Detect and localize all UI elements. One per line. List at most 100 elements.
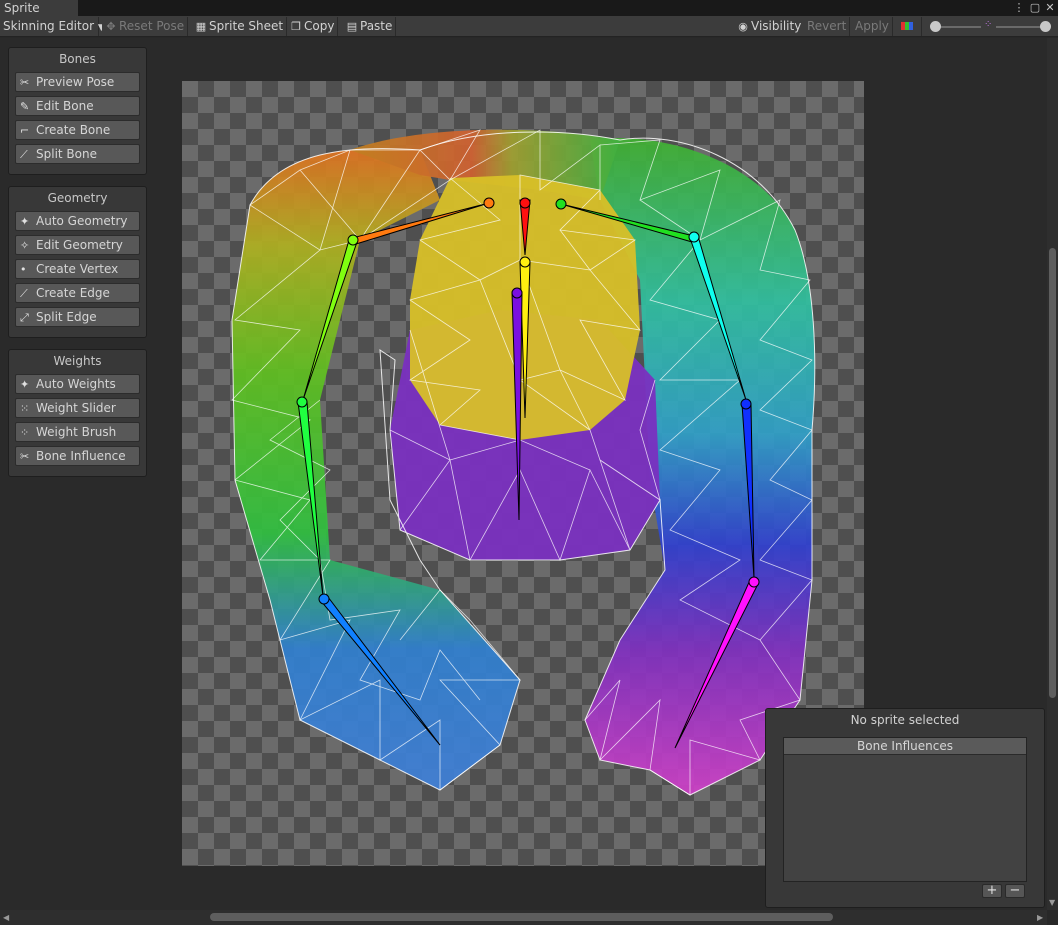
paste-button[interactable]: ▤ Paste — [343, 17, 397, 36]
weights-panel-title: Weights — [53, 354, 102, 368]
reset-pose-button[interactable]: ✥ Reset Pose — [102, 17, 189, 36]
edit-geometry-label: Edit Geometry — [36, 238, 123, 252]
auto-geometry-button[interactable]: ✦ Auto Geometry — [15, 211, 140, 231]
kebab-icon[interactable]: ⋮ — [1012, 0, 1026, 16]
weight-slider-icon: ⁙ — [20, 402, 30, 415]
bone-influences-header: Bone Influences — [784, 738, 1026, 755]
copy-icon: ❐ — [291, 20, 301, 33]
color-toggle-button[interactable] — [894, 17, 922, 36]
bone-orange-joint[interactable] — [483, 197, 495, 209]
horizontal-scroll-thumb[interactable] — [210, 913, 833, 921]
bone-lime-joint[interactable] — [347, 234, 359, 246]
sprite-alpha-icon: ⁘ — [984, 19, 993, 30]
maximize-icon[interactable]: ▢ — [1028, 0, 1042, 16]
weight-slider-label: Weight Slider — [36, 401, 116, 415]
bone-cyan-joint[interactable] — [688, 231, 700, 243]
create-edge-icon: ⟋ — [20, 287, 28, 300]
scroll-left-arrow-icon[interactable]: ◀ — [3, 913, 9, 922]
title-bar: Sprite Editor ⋮ ▢ ✕ — [0, 0, 1058, 31]
revert-button[interactable]: Revert — [804, 17, 851, 36]
vertical-scroll-thumb[interactable] — [1049, 248, 1056, 698]
split-bone-label: Split Bone — [36, 147, 97, 161]
selection-status: No sprite selected — [850, 713, 960, 727]
edit-bone-button[interactable]: ✎ Edit Bone — [15, 96, 140, 116]
mode-dropdown-label: Skinning Editor — [3, 19, 94, 33]
paste-label: Paste — [360, 19, 393, 33]
remove-influence-button[interactable]: − — [1005, 884, 1025, 898]
bone-influence-icon: ✂ — [20, 450, 30, 463]
bone-azure-joint[interactable] — [318, 593, 330, 605]
create-edge-button[interactable]: ⟋ Create Edge — [15, 283, 140, 303]
auto-geometry-icon: ✦ — [20, 215, 30, 228]
apply-label: Apply — [855, 19, 889, 33]
scroll-down-arrow-icon[interactable]: ▼ — [1049, 898, 1055, 907]
copy-button[interactable]: ❐ Copy — [287, 17, 339, 36]
bone-yellow-joint[interactable] — [519, 256, 531, 268]
bone-reset-icon: ✥ — [106, 20, 116, 33]
weight-slider-button[interactable]: ⁙ Weight Slider — [15, 398, 140, 418]
geometry-panel-title: Geometry — [47, 191, 108, 205]
bone-influence-button[interactable]: ✂ Bone Influence — [15, 446, 140, 466]
sprite-sheet-label: Sprite Sheet — [209, 19, 284, 33]
auto-geometry-label: Auto Geometry — [36, 214, 128, 228]
bone-influences-list[interactable]: Bone Influences — [783, 737, 1027, 882]
scroll-right-arrow-icon[interactable]: ▶ — [1037, 913, 1043, 922]
mode-dropdown[interactable]: Skinning Editor ▼ — [0, 17, 105, 36]
sprite-sheet-icon: ▦ — [195, 20, 207, 33]
create-vertex-button[interactable]: • Create Vertex — [15, 259, 140, 279]
eye-icon: ◉ — [738, 20, 748, 33]
color-channel-icon — [901, 22, 913, 30]
toolbar: Skinning Editor ▼ ✥Reset Pose ▦Sprite Sh… — [0, 16, 1058, 37]
copy-label: Copy — [304, 19, 335, 33]
minus-icon: − — [1009, 883, 1021, 898]
weight-brush-icon: ⁘ — [20, 426, 30, 439]
bones-panel: Bones ✂ Preview Pose ✎ Edit Bone ⌐ Create B… — [8, 47, 147, 175]
horizontal-scrollbar[interactable]: ◀ ▶ — [0, 910, 1047, 925]
auto-weights-icon: ✦ — [20, 378, 30, 391]
bones-panel-title: Bones — [59, 52, 96, 66]
split-bone-icon: ⟋ — [20, 148, 28, 161]
alpha-slider-track[interactable] — [996, 26, 1046, 28]
bone-green-joint[interactable] — [296, 396, 308, 408]
close-icon[interactable]: ✕ — [1043, 0, 1057, 16]
add-influence-button[interactable]: + — [982, 884, 1002, 898]
bone-influences-window: No sprite selected Bone Influences + − — [765, 708, 1045, 908]
vertical-scrollbar[interactable]: ▼ — [1047, 38, 1058, 910]
create-vertex-icon: • — [20, 263, 27, 276]
paste-icon: ▤ — [346, 20, 358, 33]
geometry-panel: Geometry ✦ Auto Geometry ✧ Edit Geometry •… — [8, 186, 147, 338]
bone-influence-label: Bone Influence — [36, 449, 126, 463]
split-edge-label: Split Edge — [36, 310, 97, 324]
alpha-slider-knob[interactable] — [1040, 21, 1051, 32]
create-bone-button[interactable]: ⌐ Create Bone — [15, 120, 140, 140]
auto-weights-label: Auto Weights — [36, 377, 116, 391]
bone-violet-joint[interactable] — [511, 287, 523, 299]
preview-pose-button[interactable]: ✂ Preview Pose — [15, 72, 140, 92]
edit-bone-icon: ✎ — [20, 100, 30, 113]
apply-button[interactable]: Apply — [852, 17, 893, 36]
split-edge-icon: ⤢ — [20, 311, 29, 324]
plus-icon: + — [986, 883, 998, 898]
preview-pose-icon: ✂ — [20, 76, 30, 89]
visibility-button[interactable]: ◉ Visibility — [734, 17, 806, 36]
weights-panel: Weights ✦ Auto Weights ⁙ Weight Slider ⁘ We… — [8, 349, 147, 477]
weight-brush-button[interactable]: ⁘ Weight Brush — [15, 422, 140, 442]
create-edge-label: Create Edge — [36, 286, 110, 300]
edit-geometry-button[interactable]: ✧ Edit Geometry — [15, 235, 140, 255]
weight-brush-label: Weight Brush — [36, 425, 117, 439]
create-bone-icon: ⌐ — [20, 124, 30, 137]
zoom-slider-knob[interactable] — [930, 21, 941, 32]
split-bone-button[interactable]: ⟋ Split Bone — [15, 144, 140, 164]
auto-weights-button[interactable]: ✦ Auto Weights — [15, 374, 140, 394]
split-edge-button[interactable]: ⤢ Split Edge — [15, 307, 140, 327]
create-vertex-label: Create Vertex — [36, 262, 119, 276]
bone-green-shoulder-joint[interactable] — [555, 198, 567, 210]
create-bone-label: Create Bone — [36, 123, 111, 137]
window-title-tab[interactable]: Sprite Editor — [0, 0, 78, 31]
bone-blue-joint[interactable] — [740, 398, 752, 410]
sprite-sheet-button[interactable]: ▦ Sprite Sheet — [192, 17, 288, 36]
bone-magenta-joint[interactable] — [748, 576, 760, 588]
bone-red-joint[interactable] — [519, 197, 531, 209]
revert-label: Revert — [807, 19, 847, 33]
visibility-label: Visibility — [751, 19, 802, 33]
